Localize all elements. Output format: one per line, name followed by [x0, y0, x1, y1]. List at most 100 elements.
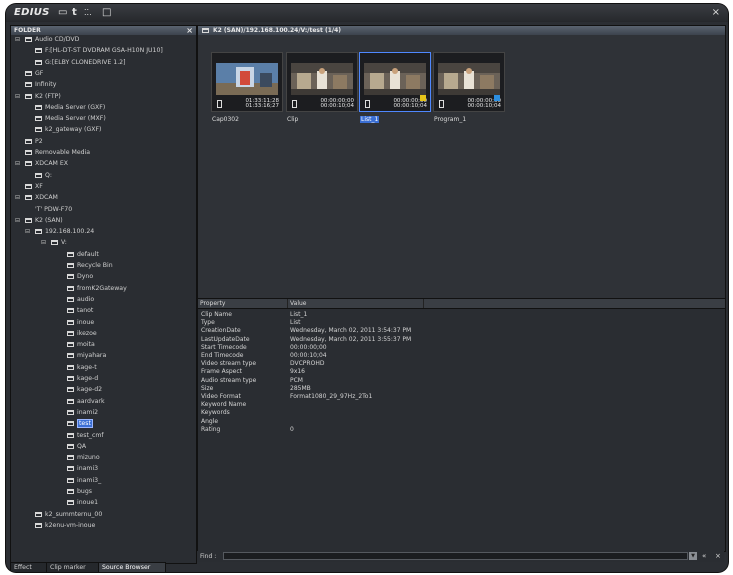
- expand-toggle-icon[interactable]: ⊟: [15, 160, 20, 168]
- tree-item[interactable]: kage-d: [67, 375, 98, 383]
- tree-item[interactable]: kage-t: [67, 364, 97, 372]
- tree-item[interactable]: inami3_: [67, 477, 101, 485]
- find-dropdown-icon[interactable]: ▼: [689, 552, 697, 560]
- tree-item[interactable]: ikezoe: [67, 330, 97, 338]
- tree-item-label: default: [77, 250, 99, 258]
- tree-item[interactable]: k2_summternu_00: [35, 511, 102, 519]
- expand-toggle-icon[interactable]: ⊟: [41, 239, 46, 247]
- tree-item[interactable]: fromK2Gateway: [67, 285, 127, 293]
- tree-item[interactable]: GF: [25, 70, 43, 78]
- tree-item[interactable]: Q:: [35, 172, 52, 180]
- clip-type-badge-icon: [494, 95, 500, 101]
- tree-item[interactable]: ⊟ XDCAM: [15, 194, 58, 202]
- property-name: Clip Name: [201, 311, 232, 318]
- expand-toggle-icon[interactable]: ⊟: [15, 93, 20, 101]
- tree-item[interactable]: ⊟ K2 (FTP): [15, 93, 61, 101]
- tree-item[interactable]: ⊟ 192.168.100.24: [25, 228, 94, 236]
- tree-item[interactable]: k2enu-vm-inoue: [35, 522, 95, 530]
- folder-icon: [67, 421, 74, 427]
- expand-toggle-icon[interactable]: ⊟: [15, 36, 20, 44]
- tree-item[interactable]: ⊟ K2 (SAN): [15, 217, 63, 225]
- expand-toggle-icon[interactable]: ⊟: [25, 228, 30, 236]
- tree-item[interactable]: bugs: [67, 488, 92, 496]
- folder-icon: [67, 251, 74, 257]
- expand-toggle-icon[interactable]: ⊟: [15, 217, 20, 225]
- tree-item-label: kage-d: [77, 375, 99, 382]
- clip-frame: 00:00:00;00 00:00:10;04: [359, 52, 431, 112]
- properties-panel: Property Value Clip Name List_1 Type List Cr…: [197, 298, 726, 552]
- tree-item[interactable]: QA: [67, 443, 86, 451]
- find-previous-icon[interactable]: «: [702, 552, 706, 560]
- property-value: Wednesday, March 02, 2011 3:54:37 PM: [290, 327, 412, 335]
- close-icon[interactable]: ×: [712, 7, 720, 18]
- tree-item[interactable]: inoue1: [67, 499, 98, 507]
- tree-item[interactable]: Media Server (MXF): [35, 115, 106, 123]
- tree-item[interactable]: moita: [67, 341, 95, 349]
- tree-item[interactable]: test: [67, 419, 93, 429]
- tree-item[interactable]: Recycle Bin: [67, 262, 113, 270]
- folder-panel-close-icon[interactable]: ×: [186, 26, 193, 35]
- tab-source-browser[interactable]: Source Browser: [98, 562, 166, 572]
- clip-preview-image: [291, 63, 353, 95]
- tree-item[interactable]: Media Server (GXF): [35, 104, 105, 112]
- tree-item[interactable]: F:[HL-DT-ST DVDRAM GSA-H10N JU10]: [35, 47, 163, 55]
- folder-icon: [67, 500, 74, 506]
- value-column-header[interactable]: Value: [288, 299, 424, 308]
- find-label: Find :: [200, 553, 217, 560]
- tree-item[interactable]: tanot: [67, 307, 93, 315]
- tree-item-label: P2: [35, 137, 43, 145]
- tree-item[interactable]: XF: [25, 183, 43, 191]
- find-bar: Find : ▼ « ×: [197, 551, 724, 562]
- title-bar: EDIUS ▭ t ⁚⁚. □ ×: [6, 4, 728, 22]
- property-value: List: [290, 319, 301, 327]
- tree-item[interactable]: ⊟ Audio CD/DVD: [15, 36, 79, 44]
- source-browser: K2 (SAN)/192.168.100.24/V:/test (1/4) 01…: [197, 25, 726, 300]
- folder-icon[interactable]: ▭: [58, 8, 67, 18]
- folder-icon: [25, 195, 32, 201]
- tree-item[interactable]: Infinity: [25, 81, 56, 89]
- tree-item[interactable]: default: [67, 251, 99, 259]
- find-close-icon[interactable]: ×: [715, 552, 721, 560]
- window-icon[interactable]: □: [102, 8, 111, 18]
- grid-icon[interactable]: ⁚⁚.: [84, 8, 92, 18]
- tree-item[interactable]: inoue: [67, 319, 94, 327]
- tree-item[interactable]: mizuno: [67, 454, 100, 462]
- tree-item-label: aardvark: [77, 397, 105, 405]
- clip-label: Program_1: [434, 116, 467, 123]
- tree-item-label: XDCAM EX: [35, 160, 69, 168]
- property-name: Keywords: [201, 409, 230, 417]
- property-row: Audio stream type PCM: [198, 377, 725, 385]
- tree-item[interactable]: aardvark: [67, 398, 105, 406]
- expand-toggle-icon[interactable]: ⊟: [15, 194, 20, 202]
- property-row: Rating 0: [198, 426, 725, 434]
- tree-item[interactable]: test_cmf: [67, 432, 104, 440]
- property-row: Start Timecode 00:00:00;00: [198, 344, 725, 352]
- folder-icon: [67, 409, 74, 415]
- tab-clip-marker[interactable]: Clip marker: [46, 562, 100, 572]
- property-row: CreationDate Wednesday, March 02, 2011 3:…: [198, 327, 725, 335]
- tree-item[interactable]: inami3: [67, 465, 98, 473]
- tree-item[interactable]: ⊟ XDCAM EX: [15, 160, 69, 168]
- tree-item-label: GF: [35, 69, 44, 77]
- property-name: Start Timecode: [201, 343, 247, 351]
- tree-item[interactable]: 'T' PDW-F70: [35, 206, 72, 214]
- tree-item[interactable]: kage-d2: [67, 386, 102, 394]
- tree-item[interactable]: inami2: [67, 409, 98, 417]
- tree-item[interactable]: ⊟ V:: [41, 239, 67, 247]
- tree-item[interactable]: miyahara: [67, 352, 106, 360]
- property-name: CreationDate: [201, 327, 241, 335]
- tree-item-label: Media Server (GXF): [45, 103, 106, 111]
- tree-item-label: miyahara: [77, 352, 107, 360]
- tree-item[interactable]: G:[ELBY CLONEDRIVE 1.2]: [35, 59, 126, 67]
- find-input[interactable]: [223, 552, 688, 560]
- tab-effect[interactable]: Effect: [10, 562, 48, 572]
- folder-icon: [67, 398, 74, 404]
- tree-item[interactable]: k2_gateway (GXF): [35, 126, 101, 134]
- property-column-header[interactable]: Property: [198, 299, 288, 308]
- tree-item[interactable]: Removable Media: [25, 149, 90, 157]
- text-icon[interactable]: t: [72, 8, 77, 18]
- tree-item[interactable]: P2: [25, 138, 43, 146]
- browser-path: K2 (SAN)/192.168.100.24/V:/test (1/4): [213, 27, 341, 34]
- tree-item[interactable]: Dyno: [67, 273, 93, 281]
- tree-item[interactable]: audio: [67, 296, 94, 304]
